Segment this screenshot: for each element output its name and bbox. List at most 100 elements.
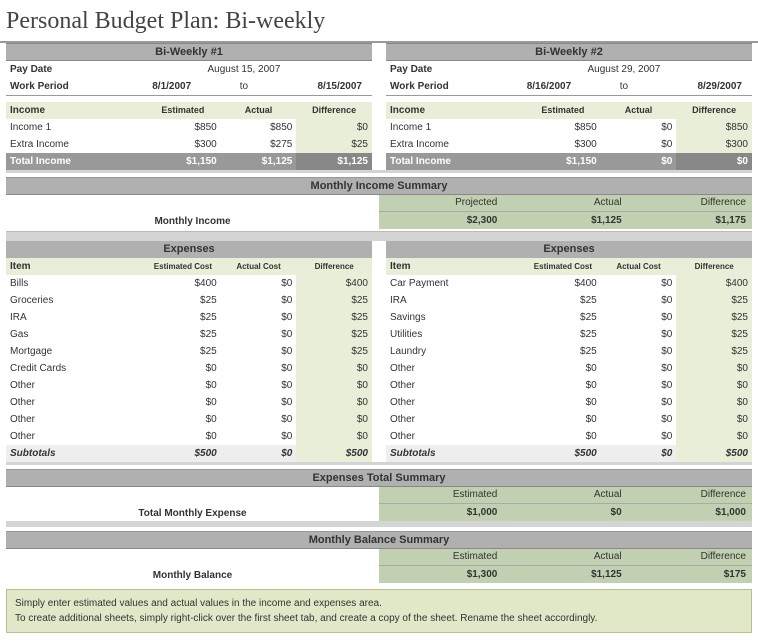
work-from[interactable]: 8/16/2007 [496,78,581,95]
income-name[interactable]: Income 1 [386,119,525,136]
pay-date-value[interactable]: August 15, 2007 [116,61,372,78]
expense-act[interactable]: $0 [601,343,677,360]
monthly-balance-label: Monthly Balance [6,549,379,583]
expense-act[interactable]: $0 [221,343,297,360]
expense-act[interactable]: $0 [221,309,297,326]
income-est[interactable]: $850 [145,119,221,136]
expense-act[interactable]: $0 [221,377,297,394]
expense-act[interactable]: $0 [221,326,297,343]
expense-est[interactable]: $0 [525,411,601,428]
col-estimated: Estimated [145,102,221,119]
expense-diff: $25 [676,343,752,360]
expense-act[interactable]: $0 [221,411,297,428]
work-to[interactable]: 8/15/2007 [287,78,372,95]
expense-rows: Bills $400 $0 $400 Groceries $25 $0 $25 … [6,275,372,445]
col-estimated: Estimated [379,487,503,504]
income-diff: $0 [296,119,372,136]
expense-act[interactable]: $0 [221,292,297,309]
expense-name[interactable]: IRA [386,292,525,309]
expense-row: Car Payment $400 $0 $400 [386,275,752,292]
expense-est[interactable]: $25 [525,343,601,360]
expense-act[interactable]: $0 [221,428,297,445]
expense-name[interactable]: Credit Cards [6,360,145,377]
expense-est[interactable]: $0 [525,360,601,377]
expense-name[interactable]: Groceries [6,292,145,309]
expense-act[interactable]: $0 [601,411,677,428]
expense-name[interactable]: Other [6,377,145,394]
expense-name[interactable]: Gas [6,326,145,343]
income-table: Income Estimated Actual Difference Incom… [6,102,372,170]
expense-name[interactable]: Car Payment [386,275,525,292]
income-name[interactable]: Income 1 [6,119,145,136]
expense-name[interactable]: Other [386,394,525,411]
income-name[interactable]: Extra Income [6,136,145,153]
expense-est[interactable]: $25 [145,309,221,326]
period-table: Pay Date August 15, 2007 Work Period 8/1… [6,61,372,96]
col-estimated: Estimated [379,549,503,566]
expense-est[interactable]: $0 [145,394,221,411]
expense-table: Expenses Item Estimated Cost Actual Cost… [386,241,752,462]
expense-name[interactable]: Other [6,428,145,445]
expense-est[interactable]: $25 [525,326,601,343]
expense-act[interactable]: $0 [601,394,677,411]
income-act[interactable]: $275 [221,136,297,153]
expense-est[interactable]: $0 [145,428,221,445]
expense-name[interactable]: Utilities [386,326,525,343]
expense-est[interactable]: $25 [525,292,601,309]
income-row: Income 1 $850 $850 $0 [6,119,372,136]
expense-act[interactable]: $0 [221,360,297,377]
expense-name[interactable]: IRA [6,309,145,326]
income-est[interactable]: $300 [525,136,601,153]
expense-act[interactable]: $0 [601,275,677,292]
expense-name[interactable]: Other [6,411,145,428]
expense-row: Gas $25 $0 $25 [6,326,372,343]
expense-est[interactable]: $25 [145,292,221,309]
income-name[interactable]: Extra Income [386,136,525,153]
expense-est[interactable]: $25 [145,326,221,343]
expense-act[interactable]: $0 [601,326,677,343]
expense-est[interactable]: $400 [145,275,221,292]
biweekly-columns: Bi-Weekly #1 Pay Date August 15, 2007 Wo… [0,43,758,170]
expense-est[interactable]: $0 [145,377,221,394]
expense-row: Other $0 $0 $0 [6,394,372,411]
period-table: Pay Date August 29, 2007 Work Period 8/1… [386,61,752,96]
expense-name[interactable]: Laundry [386,343,525,360]
expense-est[interactable]: $0 [525,377,601,394]
income-total-est: $1,150 [525,153,601,170]
income-act[interactable]: $0 [601,136,677,153]
monthly-income-act: $1,125 [503,212,627,229]
note-line-1: Simply enter estimated values and actual… [15,596,743,611]
work-to[interactable]: 8/29/2007 [667,78,752,95]
income-act[interactable]: $850 [221,119,297,136]
expense-est[interactable]: $0 [525,428,601,445]
expense-name[interactable]: Other [386,411,525,428]
expense-est[interactable]: $0 [145,360,221,377]
work-to-label: to [201,78,286,95]
expense-est[interactable]: $400 [525,275,601,292]
expense-act[interactable]: $0 [601,360,677,377]
expense-name[interactable]: Other [6,394,145,411]
expense-name[interactable]: Other [386,428,525,445]
expense-act[interactable]: $0 [601,292,677,309]
expense-name[interactable]: Mortgage [6,343,145,360]
expense-name[interactable]: Bills [6,275,145,292]
expense-name[interactable]: Savings [386,309,525,326]
pay-date-value[interactable]: August 29, 2007 [496,61,752,78]
expense-act[interactable]: $0 [601,428,677,445]
income-est[interactable]: $850 [525,119,601,136]
expense-act[interactable]: $0 [221,275,297,292]
work-from[interactable]: 8/1/2007 [116,78,201,95]
expense-act[interactable]: $0 [221,394,297,411]
expense-est[interactable]: $25 [145,343,221,360]
expense-est[interactable]: $0 [525,394,601,411]
expense-est[interactable]: $25 [525,309,601,326]
expense-est[interactable]: $0 [145,411,221,428]
income-diff: $25 [296,136,372,153]
expense-act[interactable]: $0 [601,309,677,326]
income-act[interactable]: $0 [601,119,677,136]
expense-act[interactable]: $0 [601,377,677,394]
expense-name[interactable]: Other [386,360,525,377]
expense-diff: $25 [676,309,752,326]
income-est[interactable]: $300 [145,136,221,153]
expense-name[interactable]: Other [386,377,525,394]
